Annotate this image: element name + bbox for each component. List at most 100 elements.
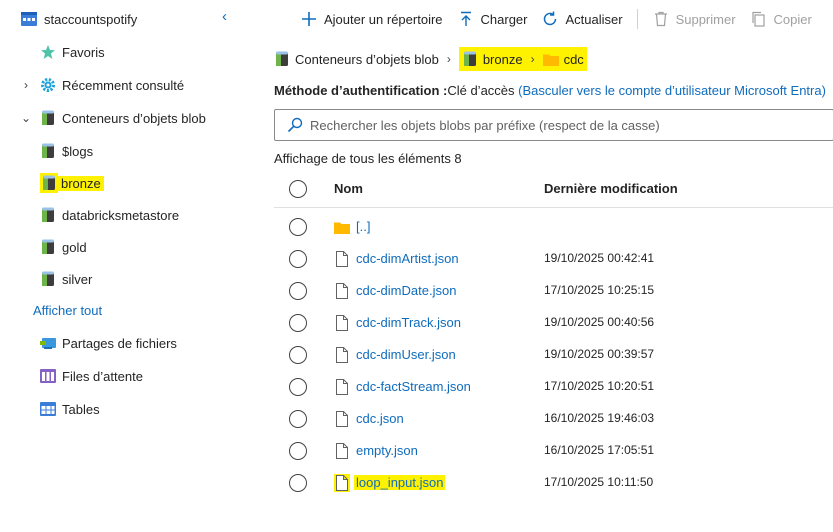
table-row[interactable]: cdc-dimDate.json 17/10/2025 10:25:15 [274,275,833,307]
file-share-icon [40,335,56,351]
file-icon [334,314,350,332]
breadcrumb: Conteneurs d’objets blob › bronze › cdc [274,47,587,71]
sidebar-item-label: Tables [62,401,100,417]
file-name-link[interactable]: empty.json [356,443,418,458]
sidebar-item-label: silver [62,271,93,287]
sidebar-item-label: bronze [58,175,104,191]
breadcrumb-folder[interactable]: cdc [564,52,584,67]
table-row[interactable]: cdc-dimArtist.json 19/10/2025 00:42:41 [274,243,833,275]
table-header: Nom Dernière modification [274,172,833,208]
row-select-radio[interactable] [289,442,307,460]
sidebar: staccountspotify ‹ Favoris › Récemment c… [0,0,262,532]
queue-icon [40,368,56,384]
table-icon [40,401,56,417]
modified-date: 19/10/2025 00:39:57 [544,347,655,361]
auth-method-value: Clé d’accès [447,83,515,98]
table-row[interactable]: [..] [274,211,833,243]
sidebar-item-label: $logs [62,143,94,159]
search-box[interactable] [274,109,833,141]
modified-date: 19/10/2025 00:40:56 [544,315,655,329]
plus-icon [300,10,318,28]
file-icon [334,474,350,492]
add-directory-button[interactable]: Ajouter un répertoire [300,6,443,32]
item-count: Affichage de tous les éléments 8 [274,151,462,166]
trash-icon [652,10,670,28]
file-icon [334,378,350,396]
upload-button[interactable]: Charger [457,6,528,32]
file-name-link[interactable]: loop_input.json [354,475,446,490]
file-name-link[interactable]: cdc-dimUser.json [356,347,456,362]
row-select-radio[interactable] [289,218,307,236]
switch-auth-link[interactable]: (Basculer vers le compte d’utilisateur M… [518,83,826,98]
table-row[interactable]: loop_input.json 17/10/2025 10:11:50 [274,467,833,499]
upload-icon [457,10,475,28]
toolbar-divider [636,9,638,29]
star-icon [40,44,56,60]
table-row[interactable]: cdc.json 16/10/2025 19:46:03 [274,403,833,435]
file-name-link[interactable]: cdc-dimArtist.json [356,251,459,266]
table-row[interactable]: cdc-dimUser.json 19/10/2025 00:39:57 [274,339,833,371]
row-select-radio[interactable] [289,250,307,268]
folder-icon [542,51,559,67]
breadcrumb-root[interactable]: Conteneurs d’objets blob [295,52,439,67]
row-select-radio[interactable] [289,282,307,300]
file-name-link[interactable]: cdc-factStream.json [356,379,471,394]
search-input[interactable] [310,117,810,133]
refresh-button[interactable]: Actualiser [541,6,623,32]
sidebar-item-label: Récemment consulté [62,77,185,93]
delete-button[interactable]: Supprimer [652,6,736,32]
file-icon [334,250,350,268]
refresh-label: Actualiser [565,11,623,27]
blob-container-icon [40,143,56,159]
chevron-right-icon[interactable]: › [19,78,33,92]
file-name-link[interactable]: cdc-dimDate.json [356,283,456,298]
row-select-radio[interactable] [289,410,307,428]
show-all-link[interactable]: Afficher tout [33,303,102,318]
refresh-icon [541,10,559,28]
row-select-radio[interactable] [289,346,307,364]
toolbar: Ajouter un répertoire Charger Actualiser… [300,6,826,32]
blob-container-icon [40,239,56,255]
upload-label: Charger [480,11,528,27]
file-icon [334,282,350,300]
sidebar-item-label: Favoris [62,44,105,60]
modified-date: 17/10/2025 10:20:51 [544,379,655,393]
select-all-radio[interactable] [289,180,307,198]
table-row[interactable]: empty.json 16/10/2025 17:05:51 [274,435,833,467]
modified-date: 16/10/2025 19:46:03 [544,411,655,425]
file-name-link[interactable]: cdc-dimTrack.json [356,315,461,330]
row-select-radio[interactable] [289,314,307,332]
sidebar-item-label: Conteneurs d’objets blob [62,110,206,126]
chevron-right-icon: › [446,52,451,66]
copy-label: Copier [773,11,812,27]
blob-container-icon [40,173,58,193]
collapse-sidebar-icon[interactable]: ‹ [222,8,227,25]
blob-container-icon [40,271,56,287]
storage-account-label: staccountspotify [44,11,138,27]
file-icon [334,442,350,460]
parent-folder-link[interactable]: [..] [356,219,370,234]
table-row[interactable]: cdc-factStream.json 17/10/2025 10:20:51 [274,371,833,403]
column-header-name[interactable]: Nom [334,181,363,196]
search-icon [287,117,303,133]
blob-container-icon [274,51,290,67]
row-select-radio[interactable] [289,474,307,492]
delete-label: Supprimer [675,11,736,27]
chevron-right-icon: › [530,52,535,66]
chevron-down-icon[interactable]: ⌄ [19,111,33,125]
add-directory-label: Ajouter un répertoire [324,11,443,27]
modified-date: 16/10/2025 17:05:51 [544,443,655,457]
table-row[interactable]: cdc-dimTrack.json 19/10/2025 00:40:56 [274,307,833,339]
breadcrumb-container[interactable]: bronze › cdc [458,47,587,71]
file-name-link[interactable]: cdc.json [356,411,404,426]
folder-icon [334,218,350,236]
row-select-radio[interactable] [289,378,307,396]
sidebar-item-label: Files d’attente [62,368,143,384]
copy-button[interactable]: Copier [750,6,812,32]
storage-account-icon [21,11,37,27]
auth-method-label: Méthode d’authentification : [274,83,448,98]
column-header-modified[interactable]: Dernière modification [544,181,678,196]
sidebar-item-label: Partages de fichiers [62,335,177,351]
sidebar-item-label: gold [62,239,87,255]
modified-date: 17/10/2025 10:25:15 [544,283,655,297]
